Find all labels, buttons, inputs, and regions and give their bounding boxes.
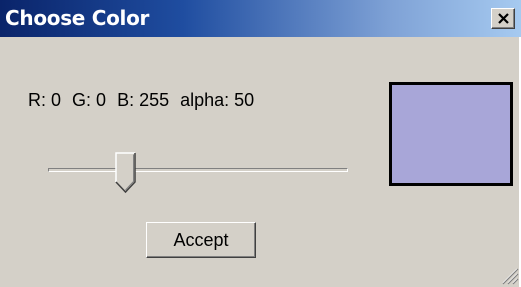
resize-grip-icon[interactable] bbox=[497, 263, 519, 285]
slider-thumb[interactable] bbox=[114, 152, 137, 194]
alpha-value: alpha: 50 bbox=[180, 90, 255, 110]
color-preview-swatch bbox=[389, 82, 513, 186]
close-button[interactable] bbox=[491, 8, 515, 29]
choose-color-dialog: Choose Color R: 0 G: 0 B: 255 alpha: 50 … bbox=[0, 0, 521, 287]
blue-value: B: 255 bbox=[117, 90, 170, 110]
alpha-slider[interactable] bbox=[44, 152, 352, 195]
slider-track[interactable] bbox=[48, 168, 348, 172]
color-values-label: R: 0 G: 0 B: 255 alpha: 50 bbox=[28, 90, 260, 111]
accept-button[interactable]: Accept bbox=[146, 222, 256, 258]
close-icon bbox=[498, 13, 509, 24]
red-value: R: 0 bbox=[28, 90, 62, 110]
window-title: Choose Color bbox=[5, 6, 150, 30]
title-bar[interactable]: Choose Color bbox=[0, 0, 521, 37]
green-value: G: 0 bbox=[72, 90, 107, 110]
